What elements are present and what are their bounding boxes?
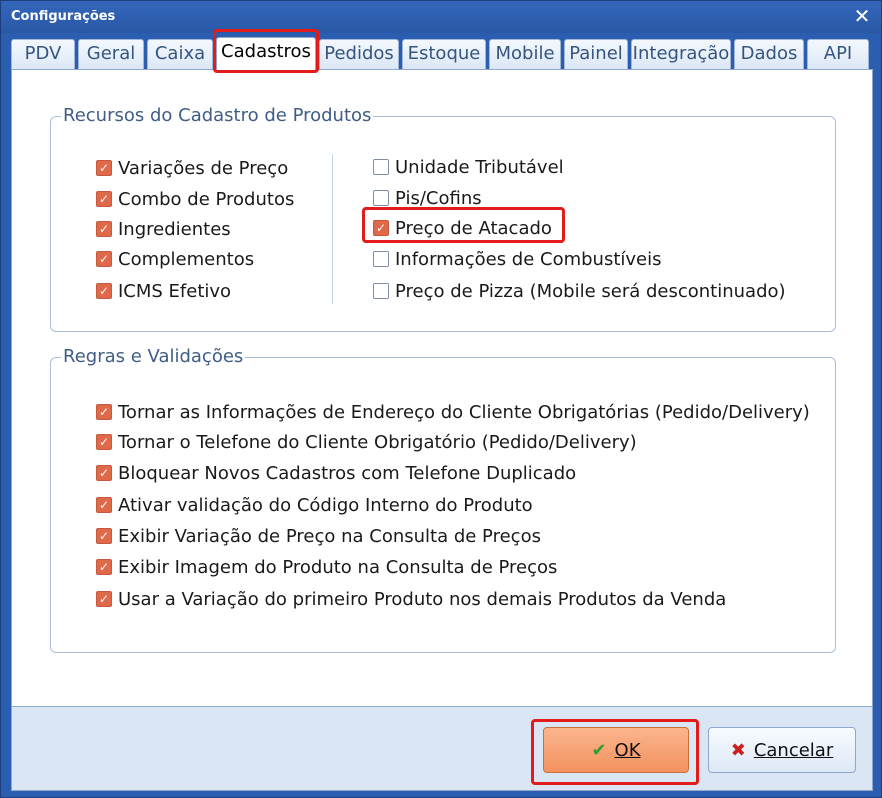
tab-mobile[interactable]: Mobile <box>489 39 561 69</box>
checkbox-checked-icon[interactable]: ✓ <box>96 528 112 544</box>
checkbox-bloquear-duplicado[interactable]: ✓ Bloquear Novos Cadastros com Telefone … <box>96 461 576 485</box>
checkbox-checked-icon[interactable]: ✓ <box>96 465 112 481</box>
cancel-button[interactable]: ✖ Cancelar <box>708 727 856 773</box>
checkbox-checked-icon[interactable]: ✓ <box>96 434 112 450</box>
tab-geral[interactable]: Geral <box>78 39 144 69</box>
checkbox-checked-icon[interactable]: ✓ <box>96 559 112 575</box>
checkbox-unidade-tributavel[interactable]: Unidade Tributável <box>373 155 564 179</box>
recursos-divider <box>332 154 333 304</box>
checkbox-unchecked-icon[interactable] <box>373 251 389 267</box>
checkbox-complementos[interactable]: ✓ Complementos <box>96 247 254 271</box>
tab-cadastros[interactable]: Cadastros <box>216 37 316 70</box>
checkbox-endereco-obrigatorio[interactable]: ✓ Tornar as Informações de Endereço do C… <box>96 400 810 424</box>
checkbox-unchecked-icon[interactable] <box>373 283 389 299</box>
checkbox-checked-icon[interactable]: ✓ <box>96 221 112 237</box>
configuracoes-window: Configurações ✕ PDV Geral Caixa Cadastro… <box>0 0 882 798</box>
checkbox-checked-icon[interactable]: ✓ <box>96 191 112 207</box>
checkbox-label: Preço de Pizza (Mobile será descontinuad… <box>395 280 786 302</box>
checkbox-label: Bloquear Novos Cadastros com Telefone Du… <box>118 462 577 484</box>
checkbox-checked-icon[interactable]: ✓ <box>96 160 112 176</box>
tab-estoque[interactable]: Estoque <box>402 39 486 69</box>
tab-api[interactable]: API <box>807 39 869 69</box>
checkbox-checked-icon[interactable]: ✓ <box>96 251 112 267</box>
checkbox-variacao-primeiro-produto[interactable]: ✓ Usar a Variação do primeiro Produto no… <box>96 587 726 611</box>
tab-painel[interactable]: Painel <box>564 39 628 69</box>
checkbox-label: Complementos <box>118 248 255 270</box>
checkbox-label: Informações de Combustíveis <box>395 248 662 270</box>
checkbox-label: Usar a Variação do primeiro Produto nos … <box>118 588 727 610</box>
checkbox-label: Tornar o Telefone do Cliente Obrigatório… <box>118 431 637 453</box>
ok-button-label: OK <box>614 739 641 761</box>
tab-pdv[interactable]: PDV <box>11 39 75 69</box>
checkbox-label: Exibir Variação de Preço na Consulta de … <box>118 525 541 547</box>
checkbox-checked-icon[interactable]: ✓ <box>96 404 112 420</box>
checkbox-preco-atacado[interactable]: ✓ Preço de Atacado <box>373 216 552 240</box>
checkbox-validacao-codigo-interno[interactable]: ✓ Ativar validação do Código Interno do … <box>96 493 533 517</box>
checkbox-label: Exibir Imagem do Produto na Consulta de … <box>118 556 558 578</box>
ok-button[interactable]: ✔ OK <box>543 727 689 773</box>
close-icon[interactable]: ✕ <box>851 4 873 28</box>
checkbox-label: ICMS Efetivo <box>118 280 232 302</box>
recursos-group-title: Recursos do Cadastro de Produtos <box>61 105 374 127</box>
checkbox-label: Combo de Produtos <box>118 188 295 210</box>
x-icon: ✖ <box>730 739 746 761</box>
checkbox-variacao-consulta[interactable]: ✓ Exibir Variação de Preço na Consulta d… <box>96 524 541 548</box>
checkbox-icms-efetivo[interactable]: ✓ ICMS Efetivo <box>96 279 231 303</box>
cancel-button-label: Cancelar <box>753 739 834 761</box>
tab-pedidos[interactable]: Pedidos <box>319 39 399 69</box>
dialog-footer: ✔ OK ✖ Cancelar <box>11 707 873 791</box>
checkbox-combo-produtos[interactable]: ✓ Combo de Produtos <box>96 187 294 211</box>
regras-group-title: Regras e Validações <box>61 346 246 368</box>
checkbox-checked-icon[interactable]: ✓ <box>96 497 112 513</box>
tab-content-cadastros: Recursos do Cadastro de Produtos ✓ Varia… <box>11 69 873 707</box>
checkbox-variacoes-preco[interactable]: ✓ Variações de Preço <box>96 156 288 180</box>
checkbox-unchecked-icon[interactable] <box>373 159 389 175</box>
checkbox-informacoes-combustiveis[interactable]: Informações de Combustíveis <box>373 247 662 271</box>
checkbox-ingredientes[interactable]: ✓ Ingredientes <box>96 217 231 241</box>
tab-strip: PDV Geral Caixa Cadastros Pedidos Estoqu… <box>11 37 873 70</box>
checkbox-telefone-obrigatorio[interactable]: ✓ Tornar o Telefone do Cliente Obrigatór… <box>96 430 637 454</box>
checkbox-checked-icon[interactable]: ✓ <box>96 283 112 299</box>
tab-caixa[interactable]: Caixa <box>147 39 213 69</box>
checkbox-preco-pizza[interactable]: Preço de Pizza (Mobile será descontinuad… <box>373 279 786 303</box>
checkbox-label: Variações de Preço <box>118 157 289 179</box>
checkbox-label: Ingredientes <box>118 218 231 240</box>
title-bar: Configurações ✕ <box>1 1 881 33</box>
checkbox-label: Tornar as Informações de Endereço do Cli… <box>118 401 810 423</box>
checkbox-label: Ativar validação do Código Interno do Pr… <box>118 494 533 516</box>
checkbox-checked-icon[interactable]: ✓ <box>373 220 389 236</box>
tab-dados[interactable]: Dados <box>734 39 804 69</box>
tab-integracao[interactable]: Integração <box>631 39 731 69</box>
window-title: Configurações <box>11 9 116 24</box>
checkbox-imagem-consulta[interactable]: ✓ Exibir Imagem do Produto na Consulta d… <box>96 555 557 579</box>
checkbox-pis-cofins[interactable]: Pis/Cofins <box>373 186 482 210</box>
checkbox-unchecked-icon[interactable] <box>373 190 389 206</box>
check-icon: ✔ <box>591 739 607 761</box>
checkbox-label: Unidade Tributável <box>395 156 564 178</box>
checkbox-label: Pis/Cofins <box>395 187 482 209</box>
checkbox-checked-icon[interactable]: ✓ <box>96 591 112 607</box>
checkbox-label: Preço de Atacado <box>395 217 552 239</box>
